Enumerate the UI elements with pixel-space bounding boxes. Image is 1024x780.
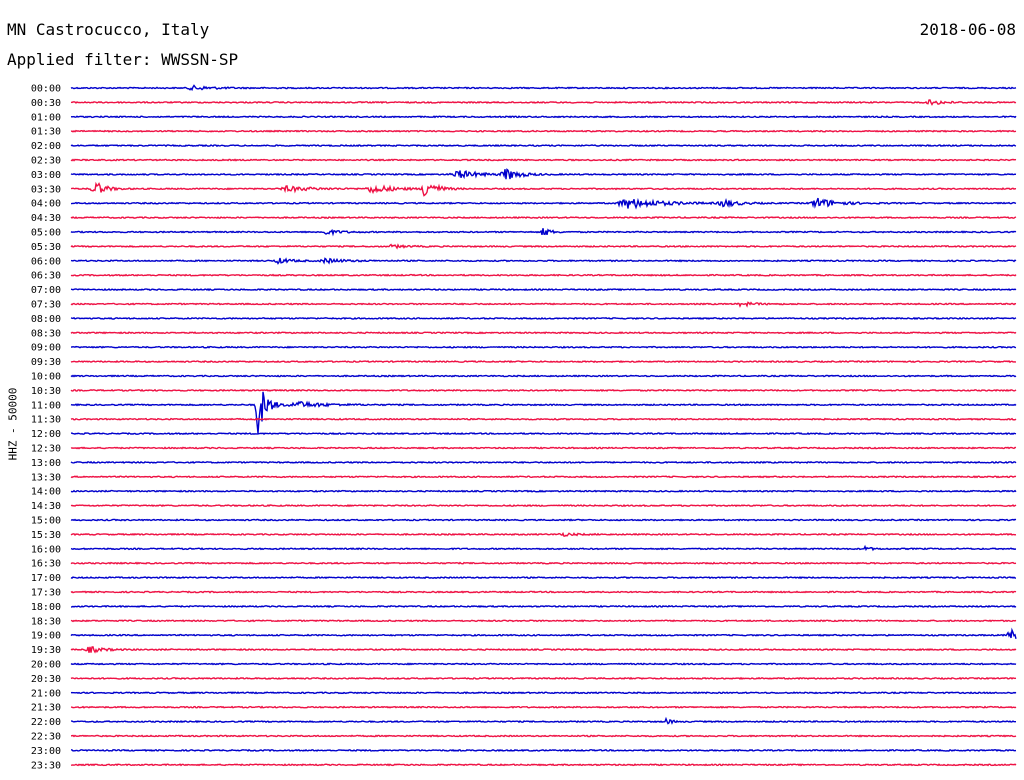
seismic-trace-0700: [70, 287, 1017, 292]
row-time-label: 22:00: [31, 717, 61, 728]
row-time-label: 23:30: [31, 760, 61, 771]
seismic-trace-1530: [70, 531, 1017, 537]
seismic-trace-1100: [70, 391, 1017, 434]
row-time-label: 15:30: [31, 530, 61, 541]
row-time-label: 12:00: [31, 429, 61, 440]
row-time-label: 18:30: [31, 616, 61, 627]
row-time-label: 07:30: [31, 300, 61, 311]
row-time-label: 16:00: [31, 544, 61, 555]
seismic-trace-1400: [70, 489, 1017, 493]
row-time-label: 23:00: [31, 746, 61, 757]
seismic-trace-1630: [70, 561, 1017, 565]
row-time-label: 07:00: [31, 285, 61, 296]
seismic-trace-2230: [70, 734, 1017, 738]
row-time-label: 06:30: [31, 271, 61, 282]
seismic-trace-0000: [70, 84, 1017, 92]
seismic-trace-0230: [70, 158, 1017, 162]
row-time-label: 11:30: [31, 415, 61, 426]
seismic-trace-2000: [70, 662, 1017, 666]
seismic-trace-0830: [70, 331, 1017, 335]
seismic-trace-2100: [70, 691, 1017, 695]
row-time-label: 12:30: [31, 444, 61, 455]
seismic-trace-1030: [70, 388, 1017, 393]
seismic-trace-2030: [70, 676, 1017, 681]
seismic-trace-1200: [70, 432, 1017, 436]
row-time-label: 11:00: [31, 400, 61, 411]
seismic-trace-0400: [71, 197, 1017, 210]
seismic-trace-1130: [70, 417, 1017, 421]
row-time-label: 19:30: [31, 645, 61, 656]
seismic-trace-0530: [70, 243, 1017, 250]
seismic-trace-0100: [70, 115, 1017, 119]
seismic-trace-0430: [70, 215, 1017, 220]
seismic-trace-0130: [70, 129, 1017, 133]
seismic-trace-0300: [70, 168, 1017, 180]
seismic-trace-2300: [70, 748, 1017, 752]
row-time-label: 15:00: [31, 516, 61, 527]
seismic-trace-1730: [70, 590, 1017, 594]
helicorder-plot: 00:00 00:30 01:00 01:30 02:00 02:30 03:00 03:30…: [31, 84, 1017, 771]
row-time-label: 17:00: [31, 573, 61, 584]
row-time-label: 09:00: [31, 343, 61, 354]
seismic-trace-0330: [70, 181, 1017, 197]
row-time-label: 02:00: [31, 141, 61, 152]
row-time-label: 21:00: [31, 688, 61, 699]
seismic-trace-1800: [70, 604, 1017, 609]
row-time-label: 10:00: [31, 372, 61, 383]
seismic-trace-1930: [70, 646, 1017, 654]
row-time-label: 02:30: [31, 156, 61, 167]
seismic-trace-1230: [70, 446, 1017, 450]
row-time-label: 04:00: [31, 199, 61, 210]
row-time-label: 21:30: [31, 703, 61, 714]
row-time-label: 20:30: [31, 674, 61, 685]
row-time-label: 20:00: [31, 660, 61, 671]
seismic-trace-2200: [70, 716, 1016, 725]
row-time-label: 17:30: [31, 588, 61, 599]
seismic-trace-2330: [70, 763, 1017, 767]
seismic-trace-2130: [70, 705, 1017, 709]
row-time-label: 13:30: [31, 472, 61, 483]
seismic-trace-1000: [70, 374, 1017, 378]
seismic-trace-0800: [70, 316, 1017, 320]
row-time-label: 03:00: [31, 170, 61, 181]
seismic-trace-0730: [70, 301, 1017, 308]
seismic-trace-1830: [70, 619, 1017, 623]
row-time-label: 06:00: [31, 256, 61, 267]
seismic-trace-0930: [70, 359, 1017, 364]
row-time-label: 22:30: [31, 732, 61, 743]
row-time-label: 05:30: [31, 242, 61, 253]
row-time-label: 19:00: [31, 631, 61, 642]
seismic-trace-1430: [70, 503, 1017, 508]
row-time-label: 14:00: [31, 487, 61, 498]
seismic-trace-0630: [70, 273, 1017, 277]
seismic-trace-0030: [70, 99, 1017, 106]
seismic-trace-1600: [70, 544, 1017, 552]
seismic-trace-1900: [70, 627, 1017, 640]
row-time-label: 03:30: [31, 184, 61, 195]
row-time-label: 09:30: [31, 357, 61, 368]
seismic-trace-0900: [70, 345, 1017, 349]
row-time-label: 14:30: [31, 501, 61, 512]
seismic-trace-1500: [70, 518, 1017, 522]
row-time-label: 08:00: [31, 314, 61, 325]
row-time-label: 05:00: [31, 228, 61, 239]
row-time-label: 00:30: [31, 98, 61, 109]
row-time-label: 01:00: [31, 112, 61, 123]
row-time-label: 10:30: [31, 386, 61, 397]
seismic-trace-1330: [70, 475, 1017, 479]
row-time-label: 16:30: [31, 559, 61, 570]
row-time-label: 04:30: [31, 213, 61, 224]
seismic-trace-0200: [70, 143, 1017, 148]
row-time-label: 01:30: [31, 127, 61, 138]
row-time-label: 18:00: [31, 602, 61, 613]
row-time-label: 13:00: [31, 458, 61, 469]
row-time-label: 00:00: [31, 84, 61, 95]
seismic-trace-0500: [70, 228, 1017, 237]
seismic-trace-1700: [70, 575, 1017, 580]
seismic-trace-1300: [70, 460, 1017, 464]
seismic-trace-0600: [70, 257, 1017, 265]
row-time-label: 08:30: [31, 328, 61, 339]
